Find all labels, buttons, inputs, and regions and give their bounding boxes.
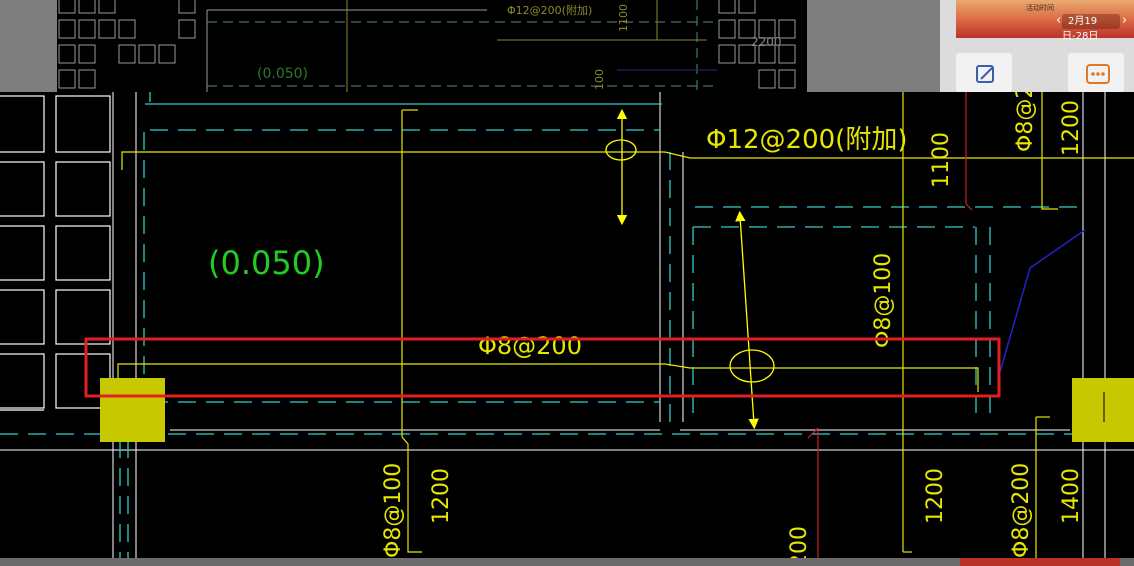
banner-date: 2月19日-28日 <box>1062 14 1120 42</box>
background-cad-drawing: (0.050) Φ12@200(附加) 1100 2200 100 <box>58 0 796 92</box>
left-wall-grid <box>0 95 111 411</box>
dim-1200-top-far: 1200 <box>1059 100 1084 156</box>
chevron-right-icon[interactable]: › <box>1122 13 1127 28</box>
background-wall-grid <box>58 0 796 92</box>
more-icon <box>1086 64 1110 84</box>
background-level-label: (0.050) <box>257 66 308 82</box>
rebar-label-bottom-right: Φ8@200 <box>1009 463 1034 558</box>
right-side-panel: 活动时间 ‹ 2月19日-28日 › <box>940 0 1134 92</box>
banner-title: 活动时间 <box>1026 4 1054 12</box>
floor-level-label: (0.050) <box>208 244 325 282</box>
annotation-ellipse-middle <box>729 349 775 383</box>
dim-1100-top-right: 1100 <box>929 132 954 188</box>
chevron-left-icon[interactable]: ‹ <box>1056 13 1061 28</box>
stair-line <box>999 229 1086 373</box>
edit-tile-button[interactable] <box>956 53 1012 92</box>
dimmed-screen-backdrop: (0.050) Φ12@200(附加) 1100 2200 100 活动时间 ‹… <box>0 0 1134 566</box>
edit-icon <box>976 65 994 83</box>
rebar-label-top-far: Φ8@2 <box>1013 92 1038 152</box>
column-left <box>100 378 165 442</box>
background-rebar-label: Φ12@200(附加) <box>507 3 592 17</box>
bottom-strip <box>0 558 1134 566</box>
dim-partial-bottom: 200 <box>787 526 812 558</box>
rebar-label-bottom-left: Φ8@100 <box>381 463 406 558</box>
background-dim-1100: 1100 <box>617 4 630 32</box>
promo-banner[interactable]: 活动时间 ‹ 2月19日-28日 › <box>956 0 1134 42</box>
background-dim-2200: 2200 <box>751 35 782 49</box>
rebar-label-top: Φ12@200(附加) <box>706 125 907 155</box>
column-right <box>1072 378 1134 442</box>
axis-solid-lines <box>145 92 662 105</box>
dim-1400-bottom: 1400 <box>1059 468 1084 524</box>
background-cad-canvas: (0.050) Φ12@200(附加) 1100 2200 100 <box>57 0 807 92</box>
dim-1200-bottom-right: 1200 <box>923 468 948 524</box>
rebar-label-right-vertical: Φ8@100 <box>871 253 896 348</box>
rebar-label-middle: Φ8@200 <box>478 332 582 360</box>
background-dim-100: 100 <box>593 69 606 90</box>
more-tile-button[interactable] <box>1068 53 1124 92</box>
annotation-arrow-middle <box>735 210 759 430</box>
annotation-ellipse-top <box>605 139 637 161</box>
cad-drawing: (0.050) Φ12@200(附加) Φ8@200 Φ8@100 1100 Φ… <box>0 92 1134 558</box>
dim-1200-bottom-left: 1200 <box>429 468 454 524</box>
rebar-lines <box>117 92 1134 558</box>
wall-outlines <box>0 92 1134 558</box>
cad-drawing-viewer[interactable]: (0.050) Φ12@200(附加) Φ8@200 Φ8@100 1100 Φ… <box>0 92 1134 558</box>
